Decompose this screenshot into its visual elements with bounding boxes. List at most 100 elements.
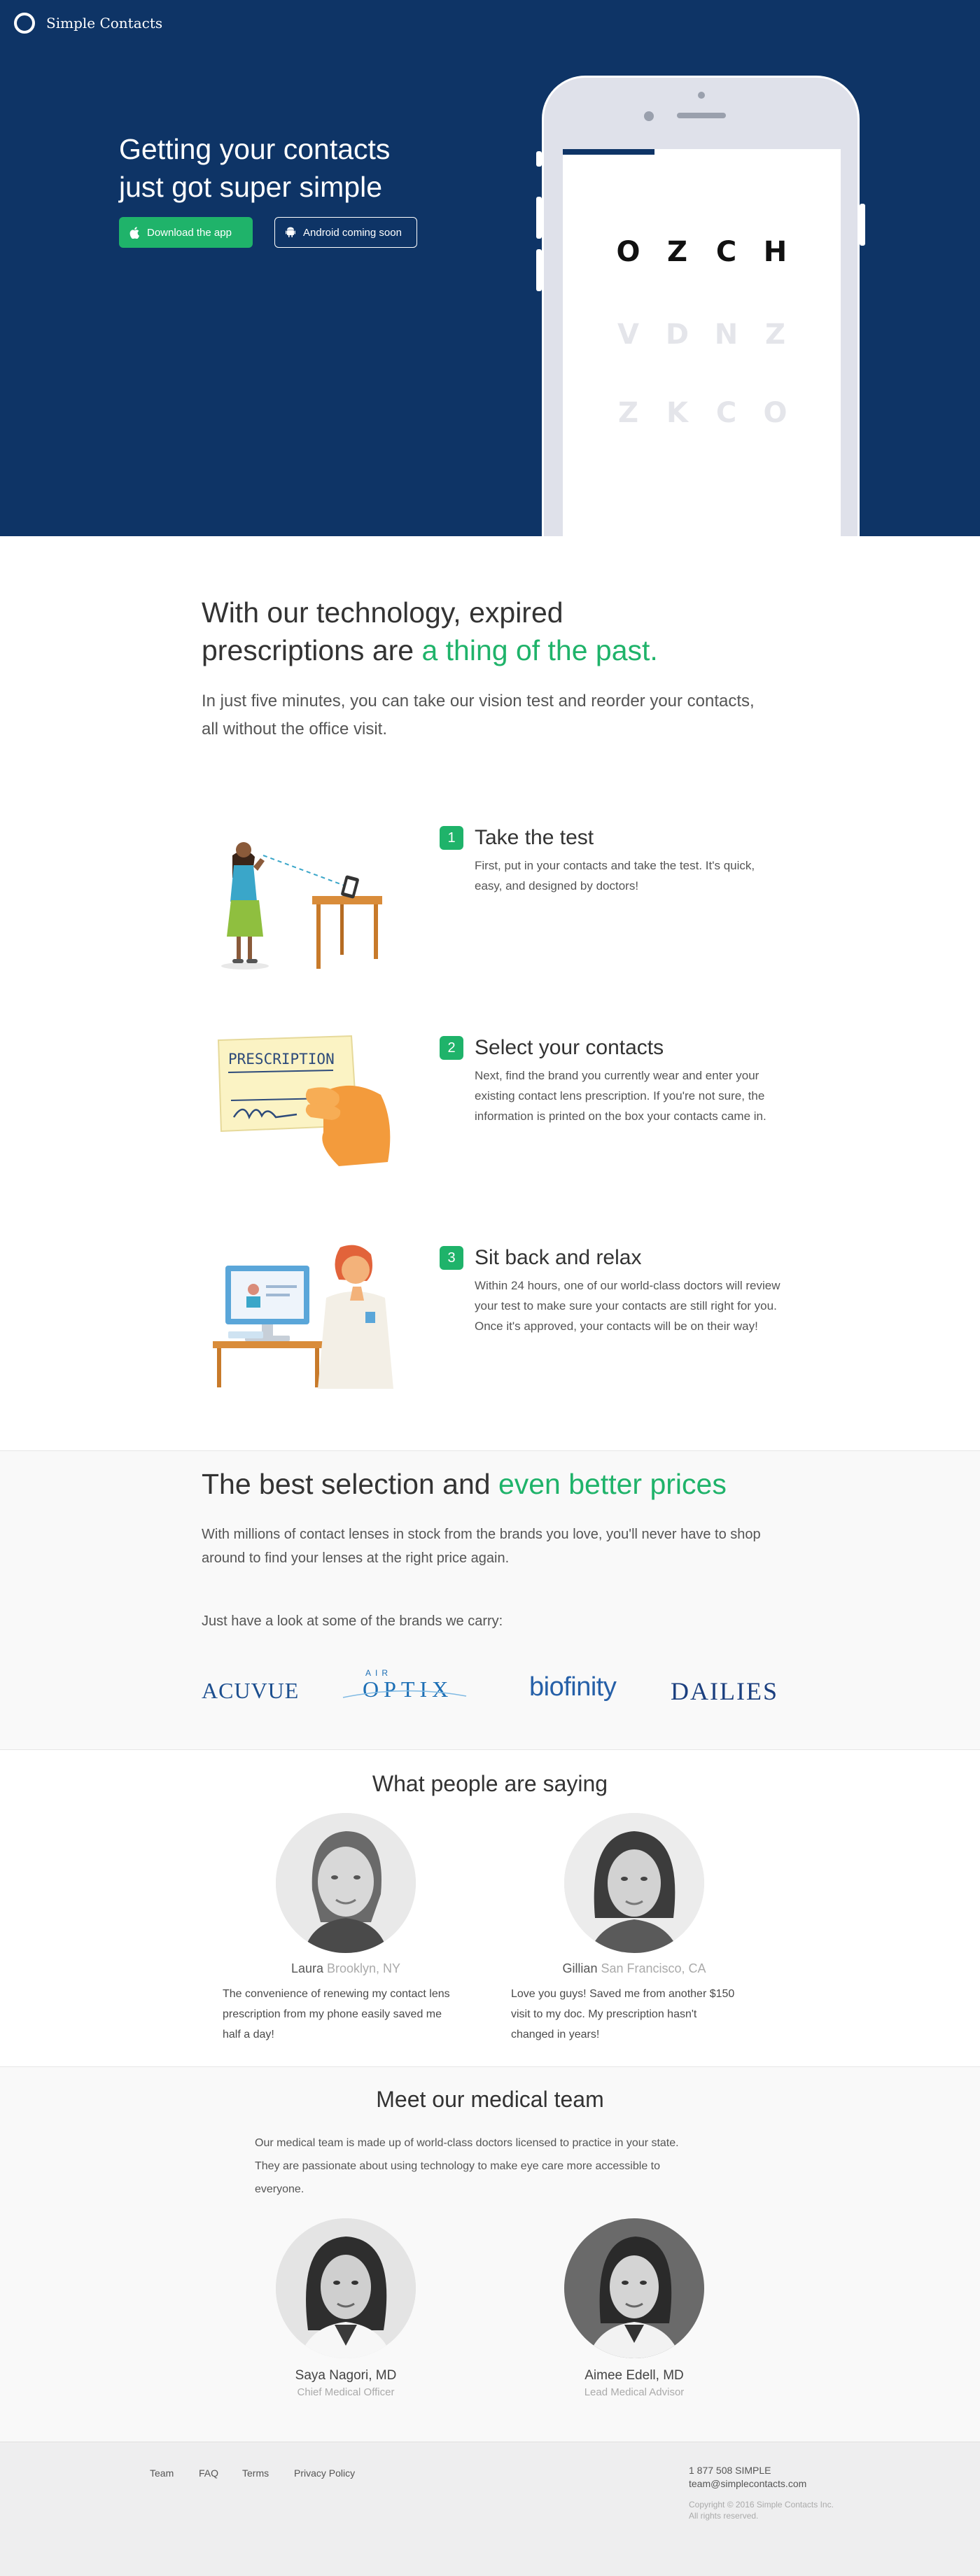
eye-letter: N	[714, 318, 738, 351]
air-optix-logo: AIR OPTIX	[342, 1668, 468, 1710]
testimonial-1-quote-line: half a day!	[223, 2029, 274, 2040]
step-2-badge: 2	[440, 1036, 463, 1060]
selection-section: The best selection and even better price…	[0, 1450, 980, 1750]
android-icon	[285, 226, 296, 239]
medical-text-line: Our medical team is made up of world-cla…	[255, 2137, 679, 2149]
biofinity-logo: biofinity	[529, 1672, 617, 1702]
eye-letter: O	[763, 397, 788, 429]
phone-screen: O Z C H V D N Z Z K C O	[563, 149, 841, 536]
eye-letter: O	[616, 236, 640, 268]
saya-nagori-avatar	[276, 2218, 416, 2358]
testimonial-1-location: Brooklyn, NY	[327, 1961, 401, 1975]
medical-team-section: Meet our medical team Our medical team i…	[0, 2066, 980, 2442]
eye-chart-row-3: Z K C O	[563, 397, 841, 429]
testimonial-2-quote: Love you guys! Saved me from another $15…	[511, 1984, 770, 2045]
doctor-2-name: Aimee Edell, MD	[584, 2368, 684, 2383]
eye-letter: C	[715, 236, 737, 268]
acuvue-logo: ACUVUE	[202, 1678, 300, 1703]
android-coming-soon-label: Android coming soon	[303, 226, 402, 239]
take-test-illustration	[203, 820, 413, 974]
phone-mute-switch	[536, 151, 542, 167]
testimonial-2-quote-line: Love you guys! Saved me from another $15…	[511, 1988, 735, 2000]
medical-team-description: Our medical team is made up of world-cla…	[255, 2132, 731, 2201]
testimonial-1-author: Laura Brooklyn, NY	[262, 1961, 430, 1976]
testimonial-1-quote-line: The convenience of renewing my contact l…	[223, 1988, 450, 2000]
tech-title-line2: prescriptions are	[202, 634, 422, 666]
eye-letter: Z	[764, 318, 785, 351]
eye-letter: Z	[666, 236, 687, 268]
phone-power-button	[860, 204, 865, 246]
selection-title: The best selection and even better price…	[202, 1468, 727, 1501]
medical-text-line: They are passionate about using technolo…	[255, 2160, 660, 2172]
dailies-logo: DAILIES	[671, 1677, 778, 1705]
brand-name: Simple Contacts	[46, 15, 163, 31]
testimonial-2-quote-line: changed in years!	[511, 2029, 600, 2040]
phone-sensor	[698, 92, 705, 99]
footer-link-team[interactable]: Team	[150, 2468, 174, 2479]
footer-phone[interactable]: 1 877 508 SIMPLE	[689, 2465, 771, 2476]
footer-email[interactable]: team@simplecontacts.com	[689, 2478, 806, 2489]
eye-chart-row-1: O Z C H	[563, 236, 841, 268]
eye-letter: V	[617, 318, 639, 351]
step-3-badge: 3	[440, 1246, 463, 1270]
eye-letter: K	[666, 397, 688, 429]
tech-description: In just five minutes, you can take our v…	[202, 692, 755, 738]
prescription-card-label: PRESCRIPTION	[228, 1051, 335, 1068]
download-app-label: Download the app	[147, 226, 232, 239]
doctor-review-illustration	[203, 1238, 413, 1392]
testimonial-2-quote-line: visit to my doc. My prescription hasn't	[511, 2008, 697, 2020]
step-1-badge: 1	[440, 826, 463, 850]
doctor-2-role: Lead Medical Advisor	[584, 2386, 685, 2398]
testimonial-1-quote-line: prescription from my phone easily saved …	[223, 2008, 442, 2020]
laura-avatar	[276, 1813, 416, 1953]
medical-team-title: Meet our medical team	[376, 2087, 604, 2112]
phone-volume-up	[536, 197, 542, 239]
selection-title-accent: even better prices	[498, 1468, 727, 1500]
testimonials-title: What people are saying	[372, 1771, 608, 1796]
tech-title: With our technology, expired prescriptio…	[202, 594, 804, 669]
footer-rights: All rights reserved.	[689, 2511, 759, 2521]
eye-chart-row-2: V D N Z	[563, 318, 841, 351]
medical-text-line: everyone.	[255, 2183, 304, 2195]
footer-link-terms[interactable]: Terms	[242, 2468, 269, 2479]
brand-link[interactable]: Simple Contacts	[14, 13, 162, 34]
phone-mockup: O Z C H V D N Z Z K C O	[536, 76, 865, 536]
footer-copyright: Copyright © 2016 Simple Contacts Inc.	[689, 2500, 834, 2510]
gillian-avatar	[564, 1813, 704, 1953]
phone-speaker	[677, 113, 726, 118]
eye-letter: H	[763, 236, 788, 268]
hero-section: Simple Contacts Getting your contacts ju…	[0, 0, 980, 536]
footer-link-privacy[interactable]: Privacy Policy	[294, 2468, 355, 2479]
android-coming-soon-button[interactable]: Android coming soon	[274, 217, 417, 248]
brands-intro: Just have a look at some of the brands w…	[202, 1614, 503, 1629]
phone-volume-down	[536, 249, 542, 291]
step-2-title: Select your contacts	[475, 1036, 664, 1059]
step-3-text: Within 24 hours, one of our world-class …	[475, 1279, 780, 1333]
step-1-title: Take the test	[475, 826, 594, 849]
testimonial-2-name: Gillian	[562, 1961, 598, 1975]
aimee-edell-avatar	[564, 2218, 704, 2358]
apple-icon	[129, 226, 140, 239]
select-contacts-illustration: PRESCRIPTION	[203, 1028, 413, 1182]
selection-description: With millions of contact lenses in stock…	[202, 1527, 761, 1566]
tech-title-accent: a thing of the past.	[421, 634, 658, 666]
ring-logo-icon	[14, 13, 35, 34]
tech-title-line1: With our technology, expired	[202, 596, 564, 629]
selection-title-plain: The best selection and	[202, 1468, 498, 1500]
phone-camera	[644, 111, 654, 121]
doctor-1-name: Saya Nagori, MD	[295, 2368, 397, 2383]
hero-title: Getting your contacts just got super sim…	[119, 130, 455, 206]
testimonial-1-quote: The convenience of renewing my contact l…	[223, 1984, 482, 2045]
testimonial-2-location: San Francisco, CA	[601, 1961, 706, 1975]
testimonial-1-name: Laura	[290, 1961, 323, 1975]
vision-test-progress	[563, 149, 654, 155]
eye-letter: C	[715, 397, 737, 429]
eye-letter: D	[665, 318, 690, 351]
download-app-button[interactable]: Download the app	[119, 217, 253, 248]
hero-title-line2: just got super simple	[119, 171, 383, 203]
doctor-1-role: Chief Medical Officer	[297, 2386, 395, 2398]
step-3-title: Sit back and relax	[475, 1246, 642, 1269]
footer-link-faq[interactable]: FAQ	[199, 2468, 218, 2479]
step-2-text: Next, find the brand you currently wear …	[475, 1069, 766, 1123]
step-1-text: First, put in your contacts and take the…	[475, 859, 755, 892]
